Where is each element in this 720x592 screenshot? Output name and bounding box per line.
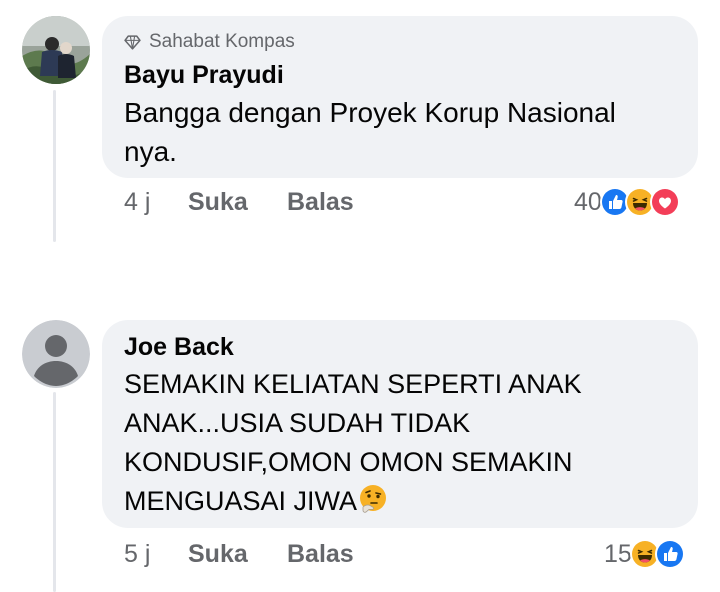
comment-text-line: MENGUASAI JIWA [124, 486, 358, 516]
top-fan-badge: Sahabat Kompas [124, 30, 678, 54]
thread-line [53, 90, 56, 242]
comment-text-line: Bangga dengan Proyek Korup Nasional [124, 97, 616, 128]
comment-text-line: nya. [124, 136, 177, 167]
comment-bubble: Joe Back SEMAKIN KELIATAN SEPERTI ANAK A… [102, 320, 698, 528]
comment-text: Bangga dengan Proyek Korup Nasional nya. [124, 93, 678, 171]
reaction-count: 15 [604, 539, 632, 568]
avatar[interactable] [22, 16, 90, 84]
reply-button[interactable]: Balas [287, 540, 354, 569]
reply-button[interactable]: Balas [287, 188, 354, 217]
comment-author[interactable]: Bayu Prayudi [124, 60, 678, 90]
comment-text-line: ANAK...USIA SUDAH TIDAK [124, 408, 471, 438]
comment-timestamp[interactable]: 4 j [124, 188, 188, 217]
comment-timestamp[interactable]: 5 j [124, 540, 188, 569]
thread-line [53, 392, 56, 592]
reaction-count: 40 [574, 187, 602, 216]
diamond-icon [124, 34, 141, 50]
comment-text: SEMAKIN KELIATAN SEPERTI ANAK ANAK...USI… [124, 365, 678, 521]
profile-photo [22, 16, 90, 84]
comment-bubble: Sahabat Kompas Bayu Prayudi Bangga denga… [102, 16, 698, 178]
reaction-summary[interactable]: 15 [604, 539, 685, 569]
comment-text-line: KONDUSIF,OMON OMON SEMAKIN [124, 447, 573, 477]
like-button[interactable]: Suka [188, 188, 287, 217]
badge-label: Sahabat Kompas [149, 31, 295, 52]
like-icon [654, 539, 685, 569]
love-icon [649, 187, 680, 217]
like-button[interactable]: Suka [188, 540, 287, 569]
avatar[interactable] [22, 320, 90, 388]
reaction-summary[interactable]: 40 [574, 187, 680, 217]
comment-text-last-line: MENGUASAI JIWA [124, 482, 678, 521]
comment-author[interactable]: Joe Back [124, 332, 678, 362]
thinking-face-icon [360, 485, 387, 513]
comment-actions: 4 j Suka Balas [124, 188, 354, 217]
comment-text-line: SEMAKIN KELIATAN SEPERTI ANAK [124, 369, 582, 399]
default-avatar-icon [22, 320, 90, 388]
comment-actions: 5 j Suka Balas [124, 540, 354, 569]
